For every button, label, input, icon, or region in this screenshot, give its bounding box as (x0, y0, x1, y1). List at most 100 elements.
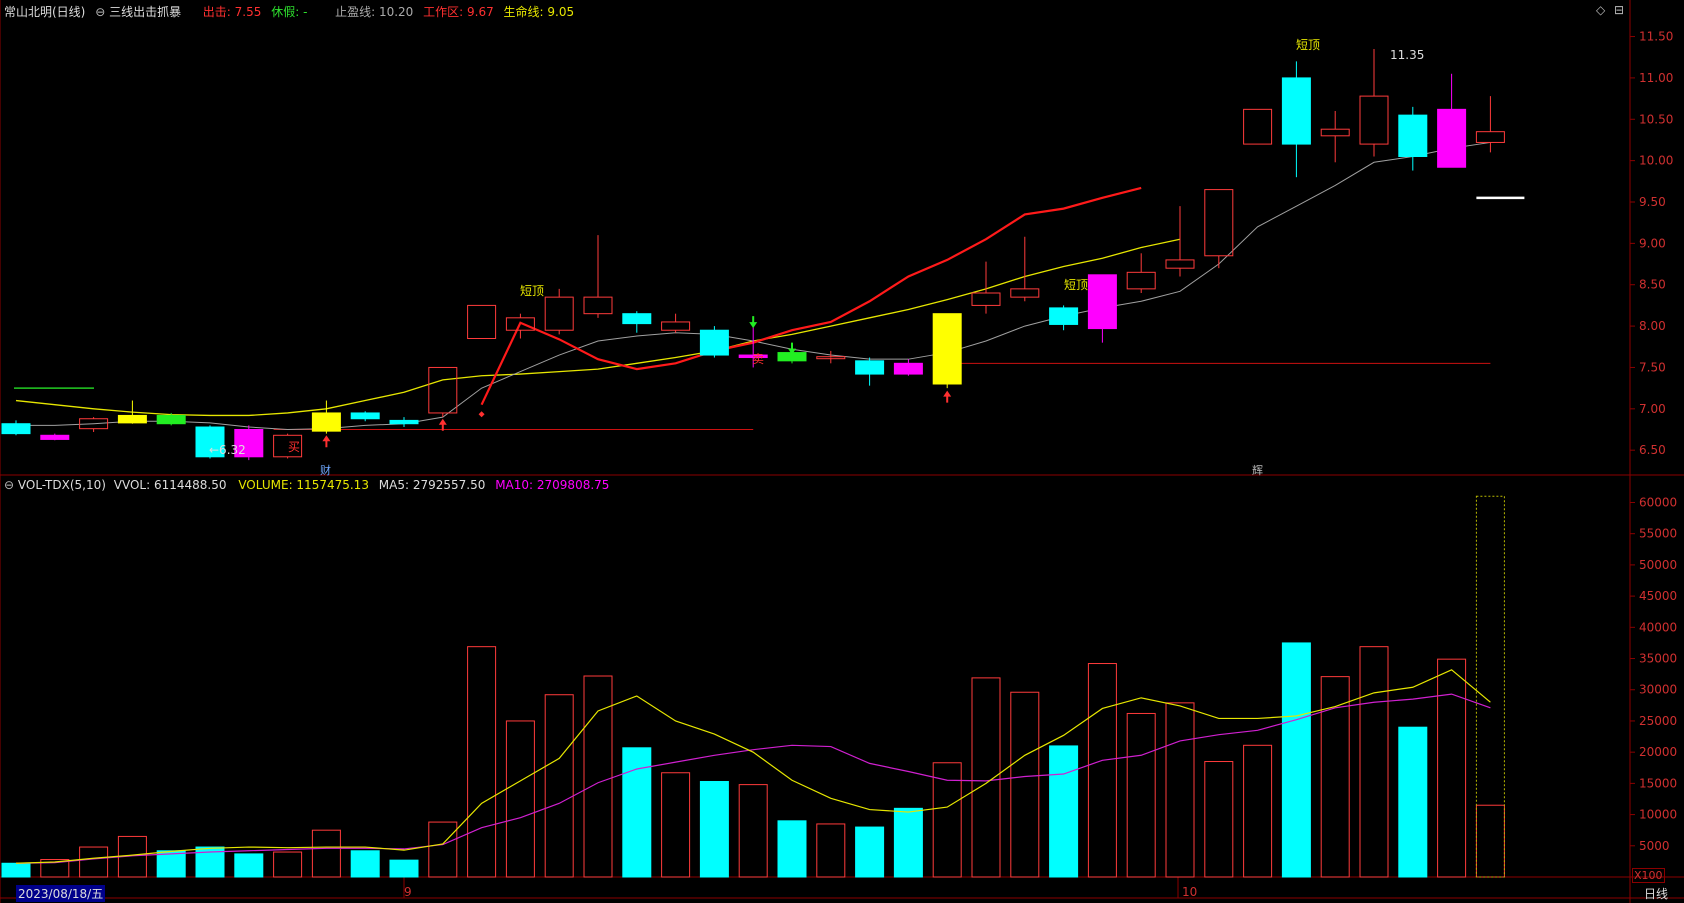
volume-bar (1049, 745, 1079, 878)
candle-body (1398, 114, 1428, 157)
signal-diamond-icon (478, 411, 485, 418)
volume-bar (583, 675, 613, 878)
volume-bar (738, 784, 768, 878)
high-price-label: 11.35 (1390, 48, 1425, 62)
volume-tick-label: 60000 (1639, 495, 1677, 509)
price-tick-label: 10.00 (1639, 154, 1673, 168)
volume-indicator-name[interactable]: VOL-TDX(5,10) (18, 478, 106, 492)
finance-marker[interactable]: 财 (320, 462, 331, 478)
collapse-icon[interactable]: ⊟ (1614, 3, 1624, 17)
volume-bar (79, 846, 109, 878)
volume-bar (1, 862, 31, 878)
candle-body (1204, 189, 1234, 257)
diamond-icon[interactable]: ◇ (1596, 3, 1605, 17)
candle-body (1359, 95, 1389, 145)
volume-tick-label: 40000 (1639, 620, 1677, 634)
life-line-value: 9.05 (547, 5, 575, 19)
circle-icon[interactable]: ⊖ (95, 5, 105, 19)
work-zone-label: 工作区: (423, 5, 464, 19)
event-marker[interactable]: 辉 (1252, 462, 1263, 478)
candle-body (1087, 274, 1117, 330)
short-top-label: 短顶 (1296, 38, 1321, 52)
volume-tick-label: 45000 (1639, 589, 1677, 603)
price-tick-label: 11.50 (1639, 30, 1673, 44)
volume-bar (1475, 804, 1505, 878)
chart-header: 常山北明(日线) ⊖ 三线出击抓暴 出击: 7.55 休假: - 止盈线: 10… (4, 3, 574, 20)
volume-tick-label: 50000 (1639, 558, 1677, 572)
short-top-label: 短顶 (520, 284, 545, 298)
buy-arrow-icon (438, 418, 447, 431)
sell-label-marker: 卖 (752, 352, 765, 366)
volume-tick-label: 20000 (1639, 745, 1677, 759)
month-9-label: 9 (404, 885, 412, 899)
take-profit-label: 止盈线: (335, 5, 376, 19)
circle-icon[interactable]: ⊖ (4, 478, 14, 492)
candle-body (932, 313, 962, 385)
scale-label: X100 (1632, 868, 1665, 883)
take-profit-value: 10.20 (378, 5, 414, 19)
candle-body (855, 360, 885, 375)
candle-body (117, 414, 147, 424)
candle-body (699, 329, 729, 356)
volume-bar (1437, 658, 1467, 878)
volume-tick-label: 55000 (1639, 527, 1677, 541)
candle-body (1475, 131, 1505, 143)
stock-chart: 6.50 7.00 7.50 8.00 8.50 9.00 9.50 10.00 10.50 11… (0, 0, 1684, 903)
candle-body (622, 313, 652, 325)
volume-ma5-line (15, 669, 1491, 864)
price-tick-label: 9.00 (1639, 236, 1666, 250)
vvol-value: VVOL: 6114488.50 (113, 478, 227, 492)
volume-bar (699, 780, 729, 878)
indicator-name[interactable]: 三线出击抓暴 (109, 5, 181, 19)
low-price-label: ←6.32 (209, 443, 246, 457)
volume-bar (544, 694, 574, 878)
candle-body (467, 304, 497, 339)
price-tick-label: 7.00 (1639, 402, 1666, 416)
date-label: 2023/08/18/五 (16, 885, 106, 902)
volume-bar (1010, 691, 1040, 878)
volume-tick-label: 10000 (1639, 808, 1677, 822)
candle-body (1010, 288, 1040, 298)
volume-header: ⊖ VOL-TDX(5,10) VVOL: 6114488.50 VOLUME:… (4, 478, 609, 492)
candle-body (544, 296, 574, 331)
candle-body (428, 366, 458, 414)
ma-gray-line (16, 141, 1491, 431)
volume-bar (1126, 712, 1156, 878)
volume-bar (273, 851, 303, 878)
stock-title[interactable]: 常山北明(日线) (4, 5, 85, 19)
candle-body (40, 434, 70, 440)
candle-body (893, 362, 923, 375)
price-tick-label: 8.00 (1639, 319, 1666, 333)
sell-arrow-icon (749, 316, 758, 329)
period-label[interactable]: 日线 (1644, 885, 1668, 902)
candle-body (1126, 271, 1156, 290)
candle-body (1281, 77, 1311, 145)
volume-tick-label: 35000 (1639, 652, 1677, 666)
volume-tick-label: 30000 (1639, 683, 1677, 697)
candle-body (311, 412, 341, 432)
price-tick-label: 9.50 (1639, 195, 1666, 209)
candle-body (1, 423, 31, 435)
candle-body (1437, 108, 1467, 168)
candle-body (971, 292, 1001, 306)
ma10-value: MA10: 2709808.75 (495, 478, 610, 492)
sell-value: 7.55 (234, 5, 262, 19)
price-tick-label: 8.50 (1639, 278, 1666, 292)
ma5-value: MA5: 2792557.50 (378, 478, 486, 492)
volume-bar (505, 720, 535, 878)
candle-body (156, 414, 186, 425)
life-line-label: 生命线: (503, 5, 544, 19)
volume-bar (1243, 744, 1273, 878)
work-zone-value: 9.67 (467, 5, 494, 19)
sell-label: 出击: (202, 5, 231, 19)
volume-bar (855, 826, 885, 878)
candle-body (583, 296, 613, 315)
price-tick-label: 10.50 (1639, 112, 1673, 126)
volume-bar (1398, 726, 1428, 878)
price-tick-label: 11.00 (1639, 71, 1673, 85)
price-tick-label: 7.50 (1639, 360, 1666, 374)
candle-body (1165, 259, 1195, 269)
volume-bar (428, 821, 458, 878)
short-top-label: 短顶 (1064, 278, 1089, 292)
candle-body (1243, 108, 1273, 145)
